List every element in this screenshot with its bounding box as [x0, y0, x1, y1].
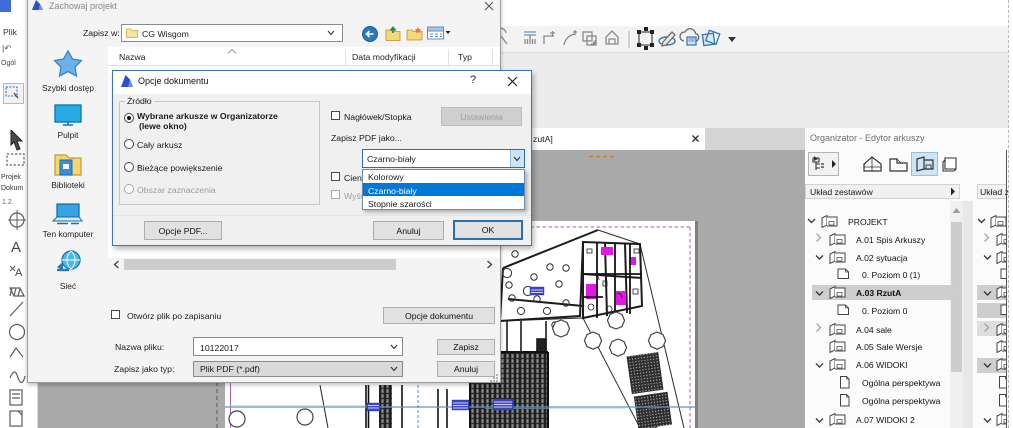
svg-text:A.02 sytuacja: A.02 sytuacja [856, 253, 908, 263]
svg-text:Ogólna perspektywa: Ogólna perspektywa [862, 396, 941, 406]
svg-text:Ogólna perspektywa: Ogólna perspektywa [862, 378, 941, 388]
svg-text:Szybki dostęp: Szybki dostęp [42, 83, 94, 93]
svg-text:Biblioteki: Biblioteki [51, 180, 85, 190]
svg-text:A.01 Spis Arkuszy: A.01 Spis Arkuszy [856, 235, 926, 245]
svg-text:PROJEKT: PROJEKT [848, 217, 888, 227]
svg-text:A.03 RzutA: A.03 RzutA [856, 288, 901, 298]
svg-text:A.06 WIDOKI: A.06 WIDOKI [856, 360, 908, 370]
svg-text:Pulpit: Pulpit [58, 130, 80, 140]
svg-text:A: A [11, 239, 21, 256]
svg-text:A.04 sale: A.04 sale [856, 325, 892, 335]
svg-text:0. Poziom 0: 0. Poziom 0 [862, 306, 908, 316]
svg-text:A.05 Sale Wersje: A.05 Sale Wersje [856, 342, 922, 352]
svg-text:0. Poziom 0 (1): 0. Poziom 0 (1) [862, 270, 920, 280]
svg-text:A: A [15, 267, 23, 279]
svg-text:A.07 WIDOKI 2: A.07 WIDOKI 2 [856, 415, 915, 425]
svg-text:Sieć: Sieć [60, 281, 76, 291]
svg-text:Ten komputer: Ten komputer [43, 229, 94, 239]
